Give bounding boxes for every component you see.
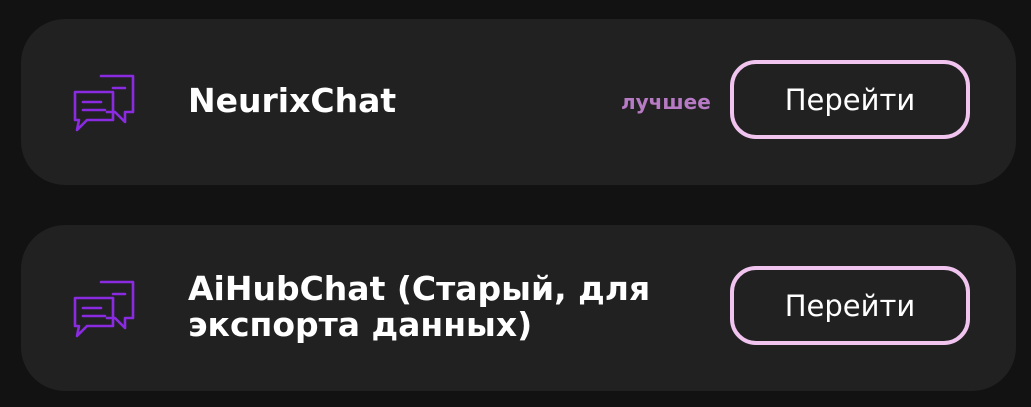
- chat-bubbles-icon: [73, 280, 137, 338]
- chat-service-list: NeurixChat лучшее Перейти AiHubChat (Ста…: [0, 0, 1031, 407]
- service-card-neurixchat: NeurixChat лучшее Перейти: [21, 19, 1016, 185]
- service-title: AiHubChat (Старый, для экспорта данных): [188, 269, 651, 344]
- chat-bubbles-icon: [73, 74, 137, 132]
- service-card-aihubchat: AiHubChat (Старый, для экспорта данных) …: [21, 225, 1016, 391]
- go-button[interactable]: Перейти: [730, 60, 970, 139]
- go-button[interactable]: Перейти: [730, 266, 970, 345]
- service-title: NeurixChat: [188, 81, 397, 120]
- best-badge: лучшее: [621, 90, 711, 114]
